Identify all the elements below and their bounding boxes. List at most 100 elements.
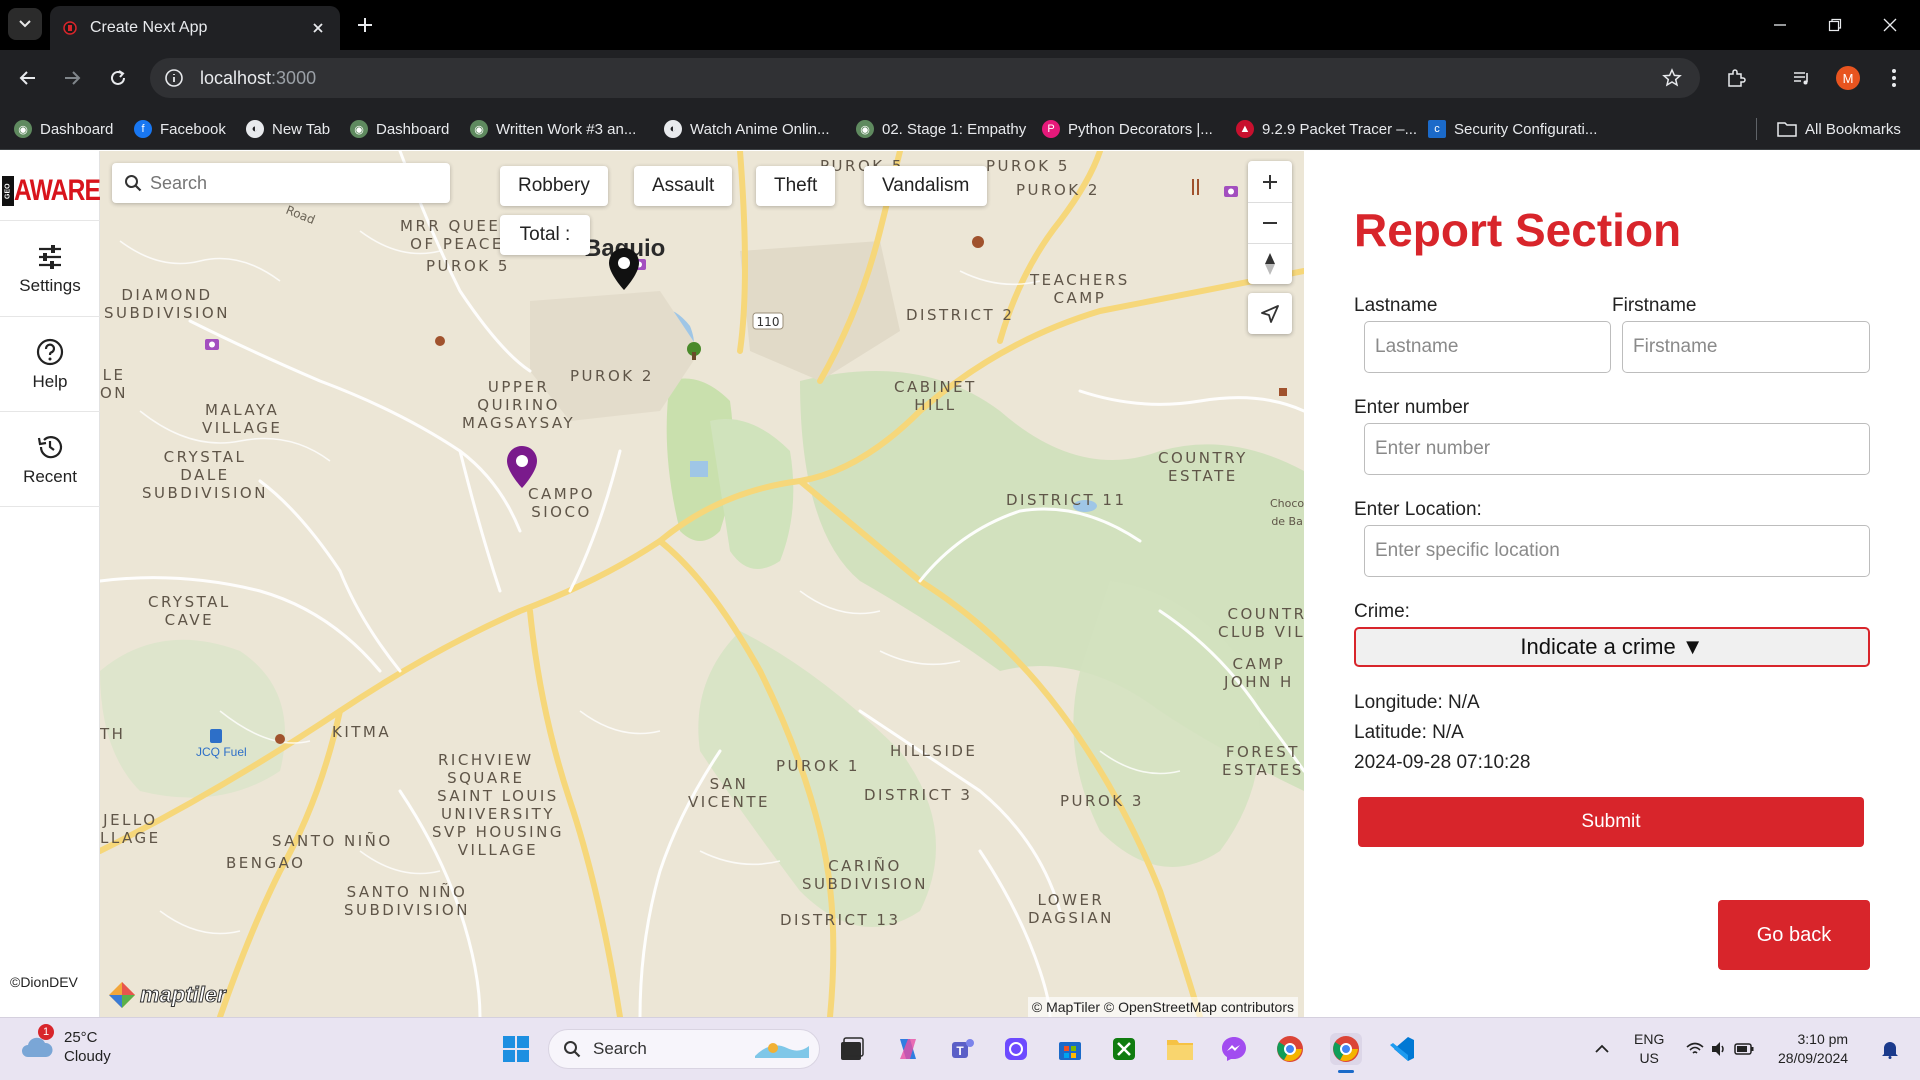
road-badge-label: 110 xyxy=(757,315,780,329)
map-pin-icon xyxy=(507,446,537,488)
taskbar-search[interactable]: Search xyxy=(548,1029,820,1069)
task-view-button[interactable] xyxy=(836,1033,868,1065)
close-tab-icon[interactable] xyxy=(308,18,328,38)
bookmark-item[interactable]: ◐ New Tab xyxy=(246,118,330,140)
vscode-button[interactable] xyxy=(1386,1033,1418,1065)
bookmark-item[interactable]: ◉ Written Work #3 an... xyxy=(470,118,636,140)
bookmark-label: 9.2.9 Packet Tracer –... xyxy=(1262,120,1418,138)
sidebar-item-help[interactable]: Help xyxy=(0,318,100,412)
clock[interactable]: 3:10 pm 28/09/2024 xyxy=(1778,1030,1848,1068)
geoaware-logo[interactable]: GEO AWARE xyxy=(0,161,101,221)
filter-robbery[interactable]: Robbery xyxy=(500,166,608,206)
reload-button[interactable] xyxy=(104,64,132,92)
crime-dropdown[interactable]: Indicate a crime ▼ xyxy=(1354,627,1870,667)
back-button[interactable] xyxy=(14,64,42,92)
bookmark-star-button[interactable] xyxy=(1658,64,1686,92)
start-button[interactable] xyxy=(500,1033,532,1065)
region-code: US xyxy=(1639,1050,1659,1066)
map-search-input[interactable] xyxy=(150,172,430,194)
clock-date: 28/09/2024 xyxy=(1778,1050,1849,1066)
language-indicator[interactable]: ENG US xyxy=(1634,1030,1664,1068)
arrow-right-icon xyxy=(65,71,81,85)
notifications-button[interactable] xyxy=(1874,1033,1906,1065)
zoom-in-button[interactable] xyxy=(1248,161,1292,202)
windows-logo-icon xyxy=(503,1036,529,1062)
geolocate-button[interactable] xyxy=(1248,293,1292,334)
globe-icon: ◉ xyxy=(856,120,874,138)
close-window-button[interactable] xyxy=(1860,0,1920,50)
bookmark-item[interactable]: ◉ Dashboard xyxy=(14,118,113,140)
bookmark-label: Python Decorators |... xyxy=(1068,120,1213,138)
bookmark-item[interactable]: ◉ Dashboard xyxy=(350,118,449,140)
tab-search-button[interactable] xyxy=(8,8,42,40)
xbox-button[interactable] xyxy=(1108,1033,1140,1065)
place-label: CARIÑO SUBDIVISION xyxy=(802,857,928,893)
new-tab-button[interactable] xyxy=(352,12,378,38)
bookmark-item[interactable]: c Security Configurati... xyxy=(1428,118,1597,140)
map-search[interactable] xyxy=(112,163,450,203)
chrome-button[interactable] xyxy=(1274,1033,1306,1065)
tray-overflow-button[interactable] xyxy=(1586,1033,1618,1065)
zoom-out-button[interactable] xyxy=(1248,202,1292,243)
forward-button[interactable] xyxy=(58,64,86,92)
place-label: Choco de Ba xyxy=(1270,497,1304,528)
browser-menu-button[interactable] xyxy=(1880,64,1908,92)
place-label: CABINET HILL xyxy=(894,378,977,414)
teams-button[interactable]: T xyxy=(946,1033,978,1065)
map-attribution[interactable]: © MapTiler © OpenStreetMap contributors xyxy=(1027,997,1298,1017)
submit-button[interactable]: Submit xyxy=(1358,797,1864,847)
bookmark-item[interactable]: ◉ 02. Stage 1: Empathy xyxy=(856,118,1026,140)
sidebar-item-settings[interactable]: Settings xyxy=(0,223,100,317)
restore-button[interactable] xyxy=(1805,0,1865,50)
history-icon xyxy=(37,435,63,458)
go-back-button[interactable]: Go back xyxy=(1718,900,1870,970)
location-field[interactable] xyxy=(1364,525,1870,577)
bookmark-item[interactable]: ▲ 9.2.9 Packet Tracer –... xyxy=(1236,118,1417,140)
firstname-field[interactable] xyxy=(1622,321,1870,373)
all-bookmarks-button[interactable]: All Bookmarks xyxy=(1756,118,1901,140)
tab-active[interactable]: Create Next App xyxy=(50,6,340,50)
messenger-button[interactable] xyxy=(1218,1033,1250,1065)
language-code: ENG xyxy=(1634,1031,1665,1047)
address-bar[interactable]: localhost:3000 xyxy=(150,58,1700,98)
place-label: SAN VICENTE xyxy=(688,775,770,811)
media-controls-button[interactable] xyxy=(1788,64,1816,92)
place-label: PUROK 2 xyxy=(570,367,654,385)
compass-button[interactable] xyxy=(1248,243,1292,284)
bookmark-item[interactable]: ◐ Watch Anime Onlin... xyxy=(664,118,830,140)
teams-icon: T xyxy=(952,1039,974,1058)
sidebar-item-label: Help xyxy=(32,371,68,391)
filter-assault[interactable]: Assault xyxy=(634,166,733,206)
crime-map[interactable]: 110 Road JCQ Fuel Baguio MRR QUEENOF PEA… xyxy=(100,151,1304,1017)
crime-label: Crime: xyxy=(1354,601,1410,622)
bookmark-item[interactable]: P Python Decorators |... xyxy=(1042,118,1213,140)
lastname-field[interactable] xyxy=(1364,321,1611,373)
filter-vandalism[interactable]: Vandalism xyxy=(864,166,988,206)
number-field[interactable] xyxy=(1364,423,1870,475)
file-explorer-button[interactable] xyxy=(1164,1033,1196,1065)
sidebar-item-recent[interactable]: Recent xyxy=(0,413,100,507)
chrome-icon xyxy=(1277,1036,1303,1062)
profile-avatar[interactable]: M xyxy=(1836,66,1860,90)
place-label: JELLO LLAGE xyxy=(100,811,161,847)
map-marker-black[interactable] xyxy=(608,247,640,296)
wifi-icon xyxy=(1686,1042,1704,1054)
bookmark-item[interactable]: f Facebook xyxy=(134,118,226,140)
bookmark-label: Dashboard xyxy=(40,120,114,138)
extensions-button[interactable] xyxy=(1722,64,1750,92)
weather-widget[interactable]: 1 25°C Cloudy xyxy=(20,1024,111,1066)
svg-text:T: T xyxy=(956,1044,964,1058)
taskbar-search-label: Search xyxy=(593,1039,647,1058)
filter-theft[interactable]: Theft xyxy=(756,166,836,206)
messenger-icon xyxy=(1222,1037,1246,1061)
copilot-button[interactable] xyxy=(892,1033,924,1065)
quick-settings-button[interactable] xyxy=(1680,1033,1760,1065)
maptiler-logo[interactable]: maptiler xyxy=(108,981,226,1009)
minimize-button[interactable] xyxy=(1750,0,1810,50)
kebab-menu-icon xyxy=(1892,69,1896,87)
longitude-readout: Longitude: N/A xyxy=(1354,692,1480,713)
store-button[interactable] xyxy=(1054,1033,1086,1065)
proton-button[interactable] xyxy=(1000,1033,1032,1065)
chrome-active-button[interactable] xyxy=(1330,1033,1362,1073)
map-marker-purple[interactable] xyxy=(506,445,538,494)
